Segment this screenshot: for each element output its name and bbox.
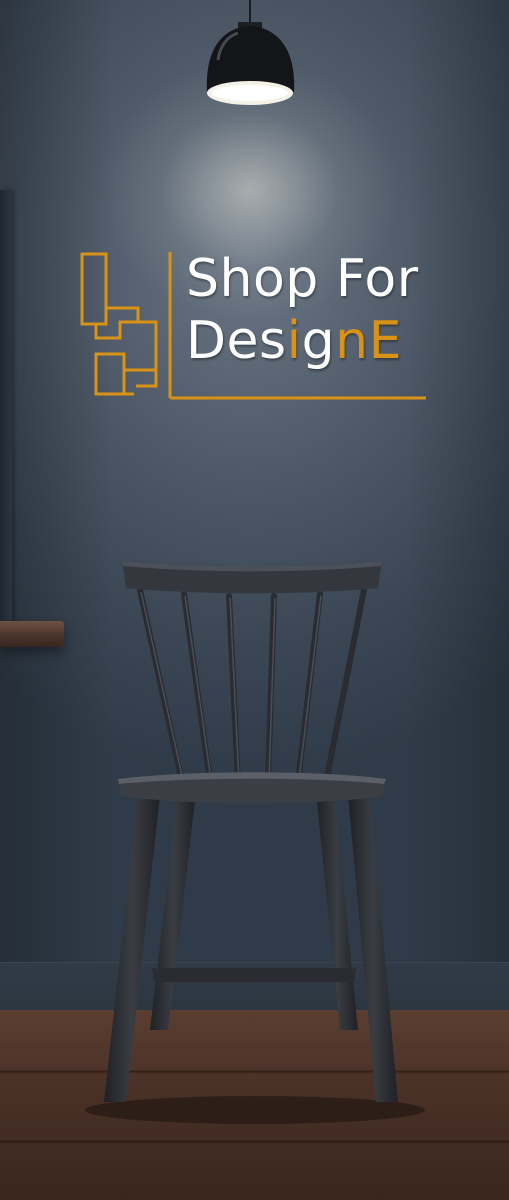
- spindle-chair: [85, 561, 425, 1124]
- scene: Shop For DesignE: [0, 0, 509, 1200]
